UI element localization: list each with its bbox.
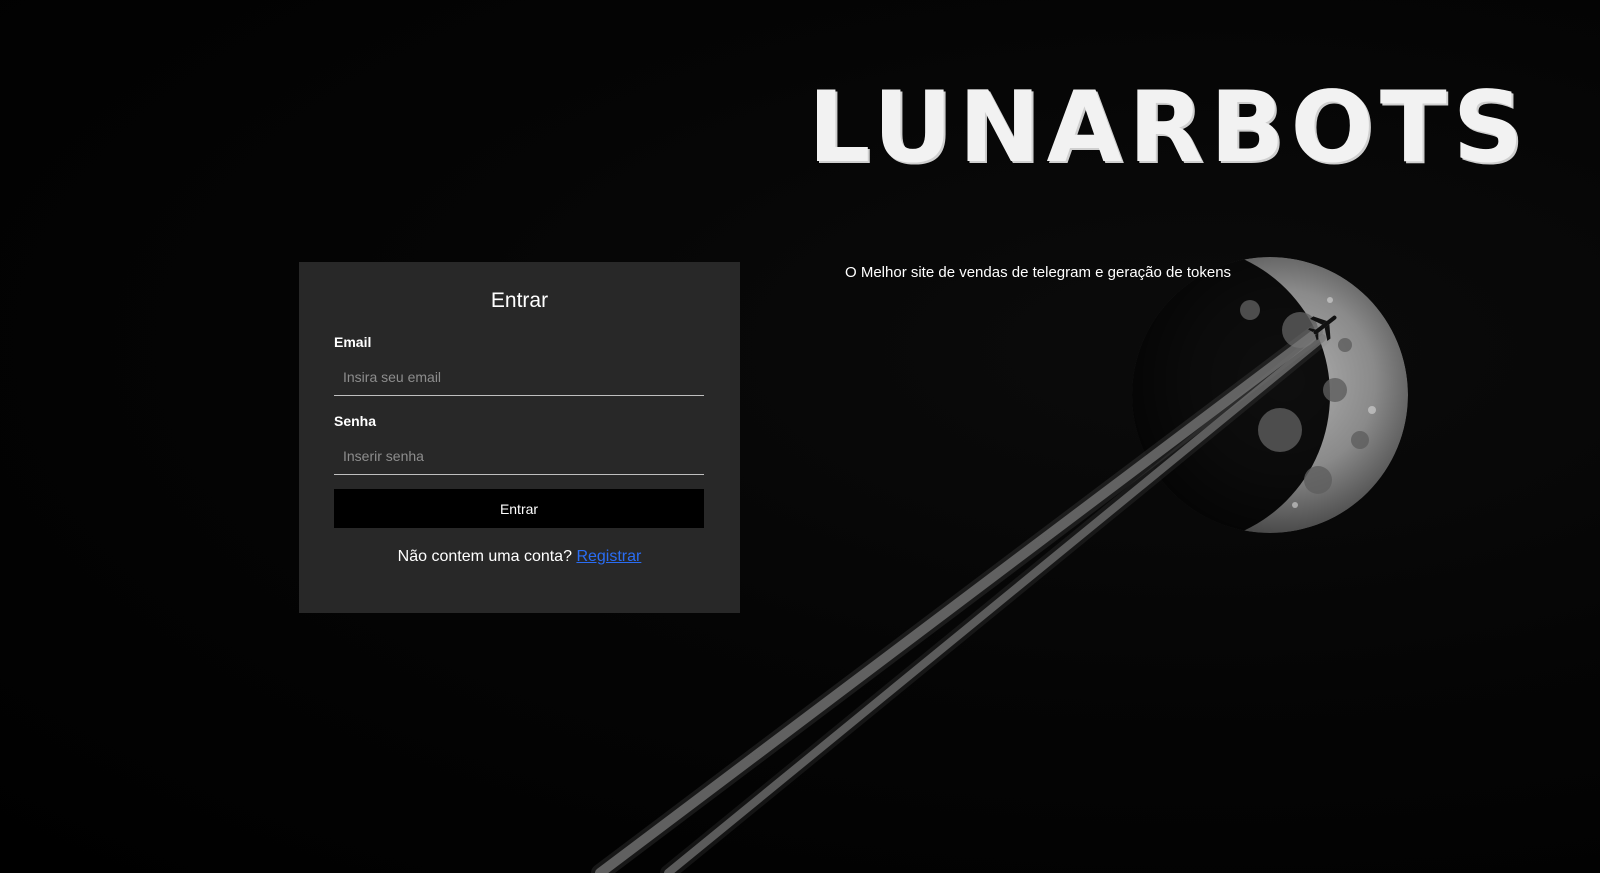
register-prompt-line: Não contem uma conta? Registrar bbox=[299, 548, 740, 566]
password-label: Senha bbox=[334, 413, 377, 429]
register-prompt: Não contem uma conta? bbox=[397, 548, 572, 565]
email-field[interactable] bbox=[334, 358, 704, 396]
password-field[interactable] bbox=[334, 437, 704, 475]
tagline: O Melhor site de vendas de telegram e ge… bbox=[845, 264, 1232, 281]
login-title: Entrar bbox=[490, 289, 549, 312]
login-card: Entrar Email Senha Entrar Não contem uma… bbox=[299, 262, 740, 613]
register-link[interactable]: Registrar bbox=[576, 548, 641, 565]
login-submit-button[interactable]: Entrar bbox=[334, 489, 704, 528]
brand-logo: LUNARBOTS bbox=[808, 71, 1530, 185]
email-label: Email bbox=[334, 334, 372, 350]
page: LUNARBOTS O Melhor site de vendas de tel… bbox=[0, 0, 1600, 873]
